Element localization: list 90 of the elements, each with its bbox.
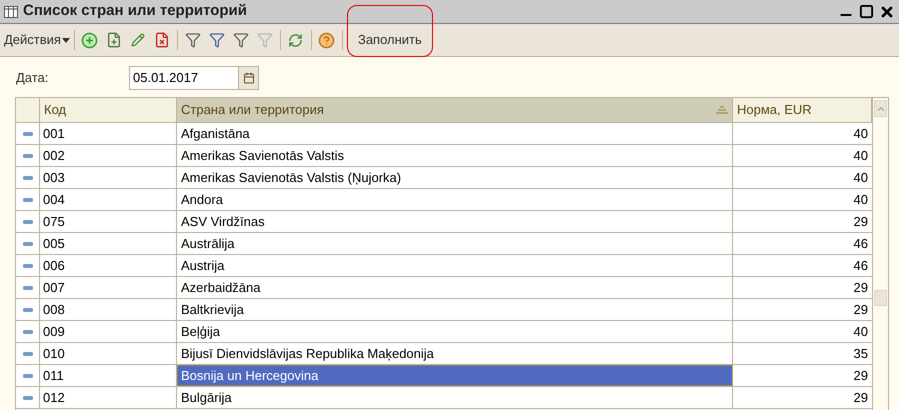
table-cell-text: 29 — [852, 389, 869, 407]
table-cell: Beļģija — [177, 321, 733, 342]
filter-icon — [208, 32, 225, 48]
calendar-icon — [242, 72, 254, 84]
table-cell: 006 — [40, 255, 177, 276]
table-cell-text: 46 — [852, 257, 869, 275]
table-row[interactable]: 012 Bulgārija 29 — [16, 387, 872, 409]
table-cell: 003 — [40, 167, 177, 188]
refresh-icon — [288, 32, 304, 48]
item-icon — [22, 352, 32, 356]
table-cell: Andora — [177, 189, 733, 210]
table-cell-text: 29 — [852, 301, 869, 319]
table-cell-text: 40 — [852, 323, 869, 341]
table-cell-text: 40 — [852, 191, 869, 209]
caret-icon — [62, 38, 70, 42]
table-cell-text: 35 — [852, 345, 869, 363]
maximize-icon[interactable] — [859, 4, 874, 19]
table-row[interactable]: 006 Austrija 46 — [16, 255, 872, 277]
table-row[interactable]: 011 Bosnija un Hercegovina 29 — [16, 365, 872, 387]
item-icon — [22, 154, 32, 158]
sort-icon — [716, 106, 728, 114]
table-row[interactable]: 001 Afganistāna 40 — [16, 123, 872, 145]
table-cell: 075 — [40, 211, 177, 232]
actions-menu[interactable]: Действия — [4, 30, 70, 50]
table-row[interactable]: 008 Baltkrievija 29 — [16, 299, 872, 321]
item-icon — [22, 176, 32, 180]
item-icon — [22, 264, 32, 268]
table-cell: ASV Virdžīnas — [177, 211, 733, 232]
table-cell: 004 — [40, 189, 177, 210]
pencil-icon — [130, 33, 145, 47]
table-row[interactable]: 075 ASV Virdžīnas 29 — [16, 211, 872, 233]
date-field[interactable]: 05.01.2017 — [129, 66, 259, 90]
table-cell: Azerbaidžāna — [177, 277, 733, 298]
table-cell: 010 — [40, 343, 177, 364]
table-row[interactable]: 002 Amerikas Savienotās Valstis 40 — [16, 145, 872, 167]
table-row[interactable]: 007 Azerbaidžāna 29 — [16, 277, 872, 299]
plus-icon — [81, 32, 98, 48]
table-cell: 001 — [40, 123, 177, 144]
table-cell: Bijusī Dienvidslāvijas Republika Maķedonija — [177, 343, 733, 364]
item-icon — [22, 286, 32, 290]
table-cell-text: 29 — [852, 367, 869, 385]
table-cell: 012 — [40, 387, 177, 408]
filter-icon — [184, 32, 201, 48]
table-row[interactable]: 003 Amerikas Savienotās Valstis (Ņujorka) 40 — [16, 167, 872, 189]
table-cell-text: 46 — [852, 235, 869, 253]
table-cell: Austrija — [177, 255, 733, 276]
item-icon — [22, 242, 32, 246]
table-cell: Bosnija un Hercegovina — [177, 365, 733, 386]
table-cell: Amerikas Savienotās Valstis — [177, 145, 733, 166]
table-cell-text: 40 — [852, 147, 869, 165]
filter-icon — [232, 32, 249, 48]
table-cell: Amerikas Savienotās Valstis (Ņujorka) — [177, 167, 733, 188]
scrollbar[interactable] — [872, 98, 888, 410]
filter-icon — [256, 32, 273, 48]
table-row[interactable]: 004 Andora 40 — [16, 189, 872, 211]
table-cell: Baltkrievija — [177, 299, 733, 320]
table-row[interactable]: 009 Beļģija 40 — [16, 321, 872, 343]
table-cell: 005 — [40, 233, 177, 254]
item-icon — [22, 374, 32, 378]
item-icon — [22, 396, 32, 400]
help-icon — [318, 32, 336, 48]
table-cell-text: 40 — [852, 169, 869, 187]
table-cell: Afganistāna — [177, 123, 733, 144]
table-cell: 008 — [40, 299, 177, 320]
table-cell-text: 29 — [852, 279, 869, 297]
column-header[interactable]: Код — [40, 98, 177, 122]
table-cell: 009 — [40, 321, 177, 342]
item-icon — [22, 308, 32, 312]
item-icon — [22, 132, 32, 136]
window-title: Список стран или территорий — [23, 1, 248, 22]
table-cell: 007 — [40, 277, 177, 298]
table-cell-text: 29 — [852, 213, 869, 231]
scroll-thumb[interactable] — [874, 290, 887, 306]
item-icon — [22, 198, 32, 202]
document-plus-icon — [106, 32, 122, 48]
close-icon[interactable] — [879, 4, 895, 20]
item-icon — [22, 220, 32, 224]
table-cell: Bulgārija — [177, 387, 733, 408]
table-cell: 002 — [40, 145, 177, 166]
column-header[interactable]: Страна или территория — [177, 98, 733, 122]
table-cell: Austrālija — [177, 233, 733, 254]
table-row[interactable]: 010 Bijusī Dienvidslāvijas Republika Maķedonija 35 — [16, 343, 872, 365]
item-icon — [22, 330, 32, 334]
table-icon — [4, 6, 18, 18]
document-x-icon — [154, 32, 170, 48]
fill-button[interactable]: Заполнить — [346, 5, 433, 57]
date-label: Дата: — [16, 69, 50, 88]
table-cell-text: 40 — [852, 125, 869, 143]
column-header[interactable]: Норма, EUR — [733, 98, 872, 122]
table-row[interactable]: 005 Austrālija 46 — [16, 233, 872, 255]
